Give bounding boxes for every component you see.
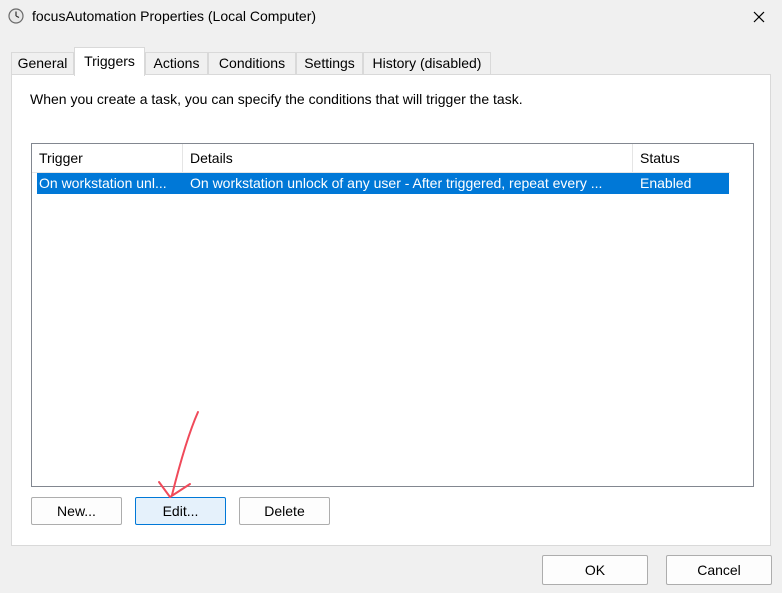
delete-button[interactable]: Delete [239, 497, 330, 525]
clock-icon [8, 8, 24, 24]
window-title: focusAutomation Properties (Local Comput… [32, 8, 317, 24]
cancel-button[interactable]: Cancel [666, 555, 772, 585]
triggers-intro: When you create a task, you can specify … [30, 91, 523, 107]
tab-conditions[interactable]: Conditions [208, 52, 296, 74]
close-button[interactable] [736, 0, 782, 34]
edit-button[interactable]: Edit... [135, 497, 226, 525]
status-cell: Enabled [640, 175, 692, 191]
tab-settings[interactable]: Settings [296, 52, 363, 74]
list-header: Trigger Details Status [32, 144, 730, 173]
triggers-panel: When you create a task, you can specify … [11, 74, 771, 546]
tab-actions[interactable]: Actions [145, 52, 208, 74]
column-header-status[interactable]: Status [632, 144, 730, 172]
tab-history[interactable]: History (disabled) [363, 52, 491, 74]
title-bar: focusAutomation Properties (Local Comput… [0, 0, 782, 34]
details-cell: On workstation unlock of any user - Afte… [190, 175, 603, 191]
table-row[interactable]: On workstation unl... On workstation unl… [37, 173, 729, 194]
tab-general[interactable]: General [11, 52, 74, 74]
trigger-cell: On workstation unl... [39, 175, 167, 191]
tab-triggers[interactable]: Triggers [74, 47, 145, 76]
column-header-trigger[interactable]: Trigger [32, 144, 182, 172]
triggers-list[interactable]: Trigger Details Status On workstation un… [31, 143, 754, 487]
ok-button[interactable]: OK [542, 555, 648, 585]
new-button[interactable]: New... [31, 497, 122, 525]
close-icon [753, 11, 765, 23]
column-header-details[interactable]: Details [182, 144, 632, 172]
